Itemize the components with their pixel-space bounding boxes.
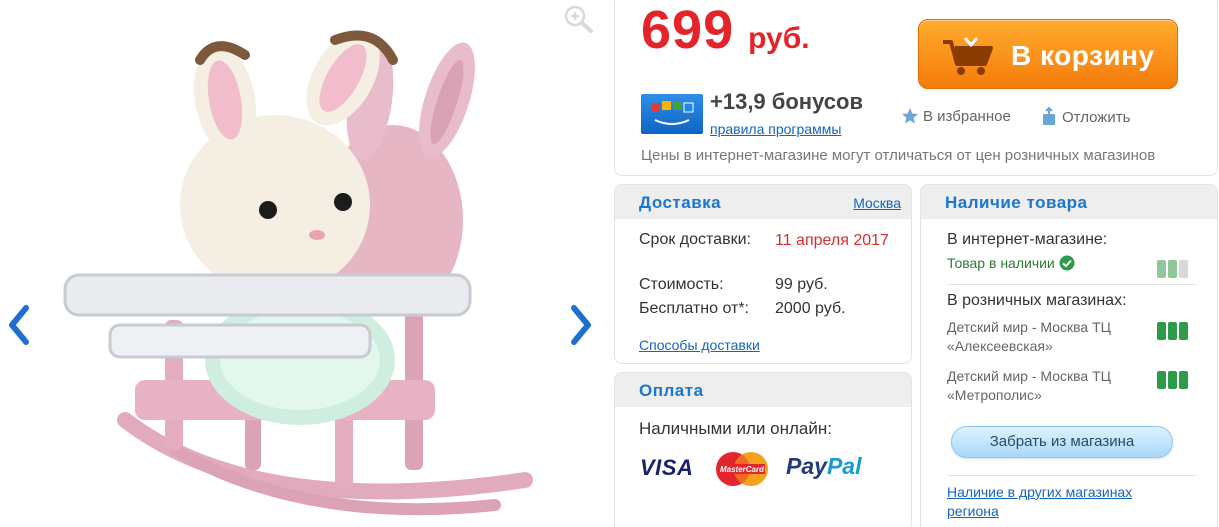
later-label: Отложить — [1062, 108, 1131, 126]
payment-panel: Оплата Наличными или онлайн: VISA Master… — [614, 372, 912, 527]
delivery-header: Доставка Москва — [615, 185, 911, 219]
stock-status-text: Товар в наличии — [947, 255, 1055, 271]
price-disclaimer: Цены в интернет-магазине могут отличатьс… — [641, 147, 1156, 164]
paypal-logo-part2: Pal — [826, 453, 862, 479]
free-delivery-label: Бесплатно от*: — [639, 300, 749, 317]
add-to-cart-button[interactable]: В корзину — [918, 19, 1178, 89]
stock-bar — [1157, 322, 1166, 340]
product-gallery — [0, 0, 600, 527]
price-currency: руб. — [748, 22, 810, 55]
price-card: 699 руб. В корзину +13,9 бонусов правила… — [614, 0, 1218, 176]
stock-bar — [1168, 371, 1177, 389]
online-stock-level — [1157, 260, 1188, 278]
bonus-program-logo — [641, 94, 703, 134]
stock-bar — [1179, 322, 1188, 340]
delivery-city-link[interactable]: Москва — [853, 195, 901, 211]
box-icon — [1043, 107, 1055, 125]
delivery-title: Доставка — [639, 193, 722, 212]
product-image — [63, 30, 533, 516]
availability-panel: Наличие товара В интернет-магазине: Това… — [920, 184, 1218, 527]
mastercard-logo: MasterCard — [716, 452, 768, 486]
paypal-logo-part1: Pay — [786, 453, 827, 479]
stock-bar — [1157, 260, 1166, 278]
save-for-later-link[interactable]: Отложить — [1040, 107, 1130, 127]
availability-header: Наличие товара — [921, 185, 1217, 219]
store-stock-level — [1157, 322, 1188, 340]
payment-title: Оплата — [639, 381, 704, 400]
price-amount: 699 — [641, 0, 735, 60]
visa-logo: VISA — [640, 455, 694, 480]
divider — [947, 284, 1197, 285]
delivery-cost-label: Стоимость: — [639, 276, 724, 293]
star-icon — [902, 108, 918, 124]
cart-button-label: В корзину — [1011, 40, 1155, 71]
bonus-amount: +13,9 бонусов — [710, 89, 863, 114]
divider — [947, 475, 1197, 476]
stock-bar — [1168, 322, 1177, 340]
mastercard-text: MasterCard — [720, 465, 765, 474]
chevron-right-icon[interactable] — [566, 300, 596, 350]
favorites-label: В избранное — [923, 107, 1011, 125]
paypal-logo: PayPal — [786, 453, 861, 480]
stock-bar — [1168, 260, 1177, 278]
other-stores-link[interactable]: Наличие в других магазинах региона — [947, 483, 1177, 521]
stock-bar — [1157, 371, 1166, 389]
store-name: Детский мир - Москва ТЦ «Алексеевская» — [947, 319, 1111, 354]
delivery-term-value: 11 апреля 2017 — [775, 232, 889, 249]
online-stock-status: Товар в наличии — [947, 255, 1075, 271]
delivery-term-label: Срок доставки: — [639, 231, 751, 248]
store-name: Детский мир - Москва ТЦ «Метрополис» — [947, 368, 1111, 403]
store-stock-level — [1157, 371, 1188, 389]
add-to-favorites-link[interactable]: В избранное — [901, 107, 1011, 125]
product-price: 699 руб. — [641, 0, 810, 61]
delivery-methods-link[interactable]: Способы доставки — [639, 337, 760, 353]
cart-icon — [943, 37, 993, 75]
payment-subtitle: Наличными или онлайн: — [639, 419, 832, 438]
pickup-from-store-button[interactable]: Забрать из магазина — [951, 426, 1173, 458]
chevron-left-icon[interactable] — [4, 300, 34, 350]
availability-title: Наличие товара — [945, 193, 1088, 212]
free-delivery-value: 2000 руб. — [775, 300, 846, 317]
delivery-cost-value: 99 руб. — [775, 276, 828, 293]
payment-header: Оплата — [615, 373, 911, 407]
retail-stores-label: В розничных магазинах: — [947, 292, 1127, 309]
check-circle-icon — [1059, 255, 1075, 271]
online-store-label: В интернет-магазине: — [947, 231, 1108, 248]
stock-bar — [1179, 260, 1188, 278]
bonus-rules-link[interactable]: правила программы — [710, 121, 841, 137]
zoom-in-icon[interactable] — [562, 4, 594, 34]
delivery-panel: Доставка Москва Срок доставки: 11 апреля… — [614, 184, 912, 364]
stock-bar — [1179, 371, 1188, 389]
